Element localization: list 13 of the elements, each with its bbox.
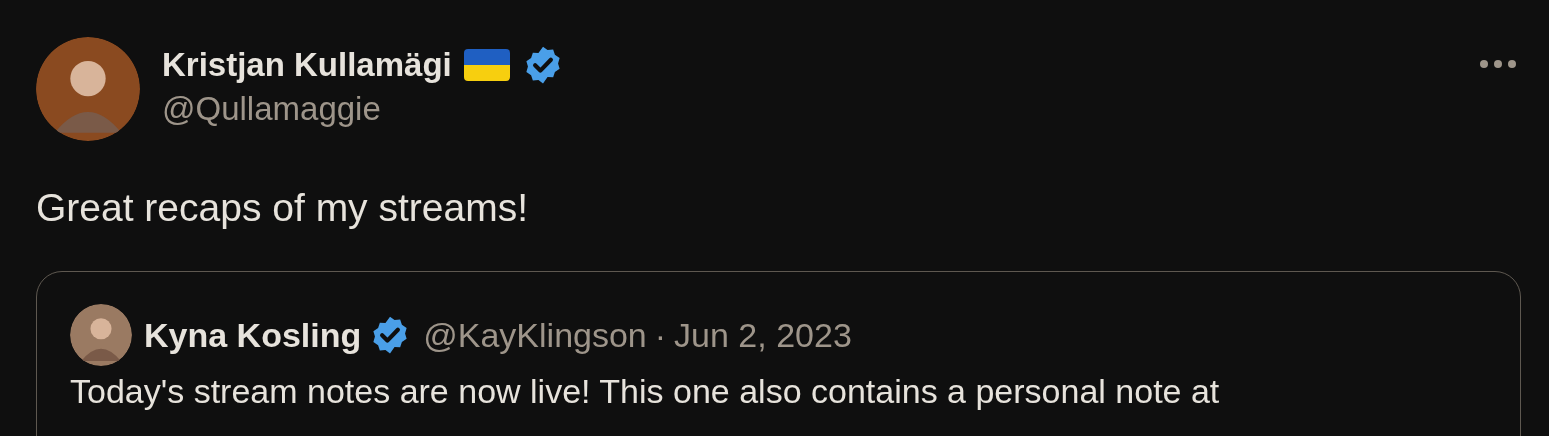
author-handle[interactable]: @Qullamaggie	[162, 87, 1479, 131]
tweet-date[interactable]: Jun 2, 2023	[674, 313, 852, 357]
tweet-text: Great recaps of my streams!	[36, 185, 529, 231]
author-name[interactable]: Kristjan Kullamägi	[162, 43, 452, 87]
separator: ·	[654, 315, 667, 356]
more-icon[interactable]	[1479, 59, 1517, 69]
quoted-tweet-text: Today's stream notes are now live! This one also contains a personal note at	[70, 371, 1221, 412]
avatar[interactable]	[36, 37, 140, 141]
author-handle[interactable]: @KayKlingson	[423, 313, 647, 357]
avatar[interactable]	[70, 304, 132, 366]
author-name[interactable]: Kyna Kosling	[144, 313, 362, 357]
quoted-tweet-card[interactable]: Kyna Kosling @KayKlingson · Jun 2, 2023 Today's stream notes are now live! This one also contains a personal note at	[36, 271, 1521, 436]
flag-icon	[463, 49, 510, 81]
